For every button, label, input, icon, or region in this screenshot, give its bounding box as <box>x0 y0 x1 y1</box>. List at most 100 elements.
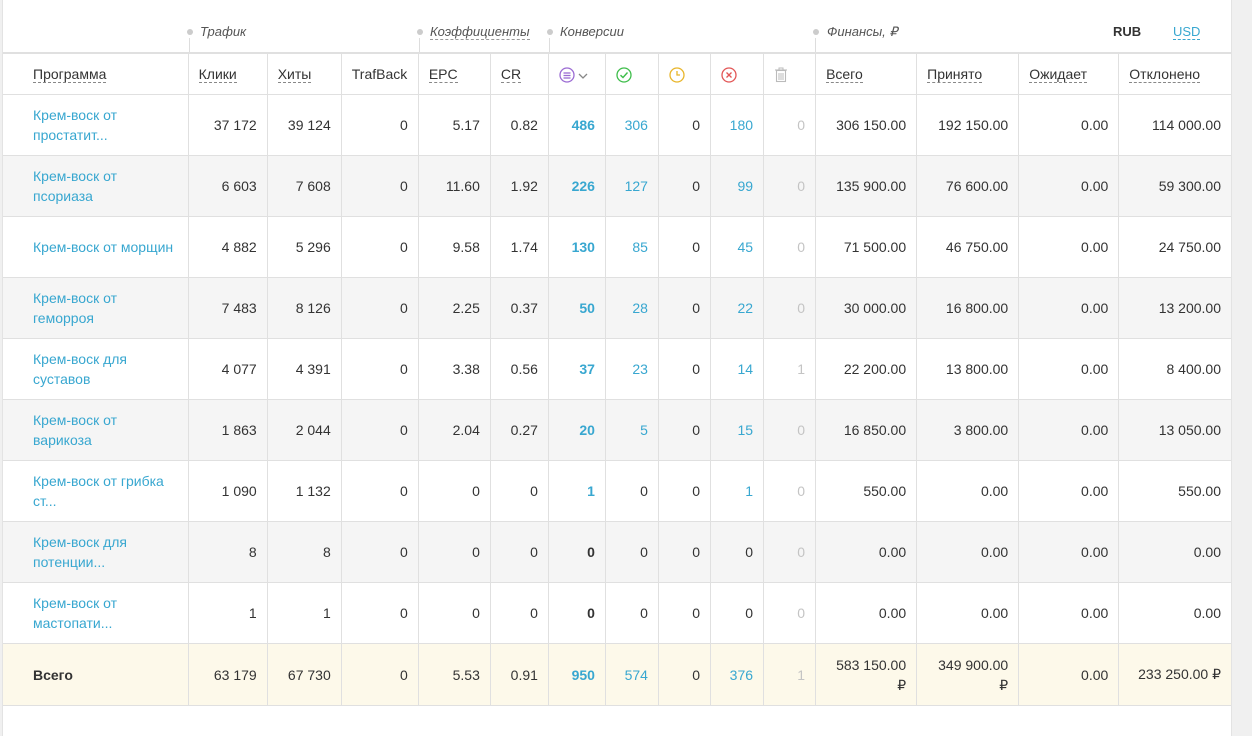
cell-all-conversions[interactable]: 0 <box>548 521 606 583</box>
cell-hits: 1 132 <box>267 460 342 522</box>
col-finance-rejected[interactable]: Отклонено <box>1118 54 1231 95</box>
check-circle-icon <box>616 66 632 83</box>
cell-cr: 0.37 <box>490 277 549 339</box>
cell-approved[interactable]: 23 <box>605 338 659 400</box>
cell-trash: 0 <box>763 216 817 278</box>
cell-cr: 0.82 <box>490 94 549 156</box>
cell-finance-pending: 0.00 <box>1018 460 1120 522</box>
cell-all-conversions[interactable]: 20 <box>548 399 606 461</box>
cell-epc: 5.53 <box>418 643 491 706</box>
cell-finance-accepted: 16 800.00 <box>916 277 1020 339</box>
program-name-link[interactable]: Крем-воск для суставов <box>3 338 189 400</box>
program-name-link[interactable]: Крем-воск от мастопати... <box>3 582 189 644</box>
cell-cancelled[interactable]: 99 <box>710 155 765 217</box>
program-name-link[interactable]: Крем-воск от грибка ст... <box>3 460 189 522</box>
cell-clicks: 63 179 <box>188 643 268 706</box>
table-row: Крем-воск от морщин 4 882 5 296 0 9.58 1.74 13… <box>3 216 1231 278</box>
program-name-link[interactable]: Крем-воск для потенции... <box>3 521 189 583</box>
col-approved[interactable] <box>605 54 659 95</box>
col-hits[interactable]: Хиты <box>267 54 342 95</box>
cell-approved[interactable]: 85 <box>605 216 659 278</box>
cell-cancelled[interactable]: 22 <box>710 277 765 339</box>
cell-cancelled[interactable]: 180 <box>710 94 765 156</box>
cell-all-conversions[interactable]: 1 <box>548 460 606 522</box>
cell-approved[interactable]: 574 <box>605 643 659 706</box>
cell-trafback: 0 <box>341 155 419 217</box>
cell-finance-rejected: 24 750.00 <box>1118 216 1231 278</box>
cell-hits: 4 391 <box>267 338 342 400</box>
cell-all-conversions[interactable]: 486 <box>548 94 606 156</box>
cell-finance-total: 0.00 <box>815 521 918 583</box>
cell-finance-pending: 0.00 <box>1018 521 1120 583</box>
cell-hits: 7 608 <box>267 155 342 217</box>
cell-finance-accepted: 192 150.00 <box>916 94 1020 156</box>
col-epc[interactable]: EPC <box>418 54 491 95</box>
cell-clicks: 7 483 <box>188 277 268 339</box>
cell-trafback: 0 <box>341 94 419 156</box>
cell-approved[interactable]: 5 <box>605 399 659 461</box>
list-circle-icon <box>559 66 588 83</box>
cell-cancelled[interactable]: 45 <box>710 216 765 278</box>
cell-cancelled[interactable]: 15 <box>710 399 765 461</box>
cell-cancelled[interactable]: 376 <box>710 643 765 706</box>
cell-hits: 39 124 <box>267 94 342 156</box>
cell-approved[interactable]: 28 <box>605 277 659 339</box>
currency-rub-button[interactable]: RUB <box>1113 24 1141 39</box>
group-dot <box>547 29 553 35</box>
cell-all-conversions[interactable]: 37 <box>548 338 606 400</box>
cell-all-conversions[interactable]: 226 <box>548 155 606 217</box>
cell-trash: 0 <box>763 460 817 522</box>
chevron-down-icon <box>578 73 588 79</box>
group-coefficients[interactable]: Коэффициенты <box>430 24 530 40</box>
cell-finance-pending: 0.00 <box>1018 582 1120 644</box>
cell-all-conversions[interactable]: 130 <box>548 216 606 278</box>
cell-finance-accepted: 0.00 <box>916 460 1020 522</box>
program-name-link[interactable]: Крем-воск от псориаза <box>3 155 189 217</box>
cell-all-conversions[interactable]: 0 <box>548 582 606 644</box>
cell-epc: 0 <box>418 582 491 644</box>
cell-approved[interactable]: 127 <box>605 155 659 217</box>
col-finance-total[interactable]: Всего <box>815 54 918 95</box>
program-name-link[interactable]: Крем-воск от геморроя <box>3 277 189 339</box>
cell-finance-total: 71 500.00 <box>815 216 918 278</box>
cell-finance-accepted: 0.00 <box>916 582 1020 644</box>
cell-finance-total: 16 850.00 <box>815 399 918 461</box>
cell-clicks: 4 882 <box>188 216 268 278</box>
cell-approved: 0 <box>605 582 659 644</box>
program-name-link[interactable]: Крем-воск от морщин <box>3 216 189 278</box>
col-finance-pending[interactable]: Ожидает <box>1018 54 1120 95</box>
col-trash[interactable] <box>763 54 817 95</box>
currency-usd-link[interactable]: USD <box>1173 24 1201 40</box>
cell-all-conversions[interactable]: 50 <box>548 277 606 339</box>
cell-clicks: 1 863 <box>188 399 268 461</box>
col-hold[interactable] <box>658 54 712 95</box>
cell-all-conversions[interactable]: 950 <box>548 643 606 706</box>
cell-finance-total: 306 150.00 <box>815 94 918 156</box>
cell-epc: 9.58 <box>418 216 491 278</box>
group-conversions: Конверсии <box>560 24 624 39</box>
col-finance-accepted[interactable]: Принято <box>916 54 1020 95</box>
program-name-link[interactable]: Крем-воск от варикоза <box>3 399 189 461</box>
cell-hold: 0 <box>658 582 712 644</box>
cell-cr: 1.92 <box>490 155 549 217</box>
col-clicks[interactable]: Клики <box>188 54 268 95</box>
program-name-link[interactable]: Крем-воск от простатит... <box>3 94 189 156</box>
cell-trash: 1 <box>763 338 817 400</box>
cell-cancelled[interactable]: 1 <box>710 460 765 522</box>
cell-hits: 8 <box>267 521 342 583</box>
col-program[interactable]: Программа <box>3 54 189 95</box>
group-dot <box>417 29 423 35</box>
cell-trash: 0 <box>763 155 817 217</box>
col-cr[interactable]: CR <box>490 54 549 95</box>
cell-cancelled[interactable]: 14 <box>710 338 765 400</box>
table-row: Крем-воск для суставов 4 077 4 391 0 3.38 0.56… <box>3 338 1231 400</box>
cell-finance-pending: 0.00 <box>1018 338 1120 400</box>
cell-epc: 5.17 <box>418 94 491 156</box>
col-cancelled[interactable] <box>710 54 765 95</box>
cell-epc: 2.04 <box>418 399 491 461</box>
cell-cancelled: 0 <box>710 582 765 644</box>
cell-finance-rejected: 550.00 <box>1118 460 1231 522</box>
cell-finance-accepted: 0.00 <box>916 521 1020 583</box>
cell-approved[interactable]: 306 <box>605 94 659 156</box>
col-all-conversions[interactable] <box>548 54 606 95</box>
